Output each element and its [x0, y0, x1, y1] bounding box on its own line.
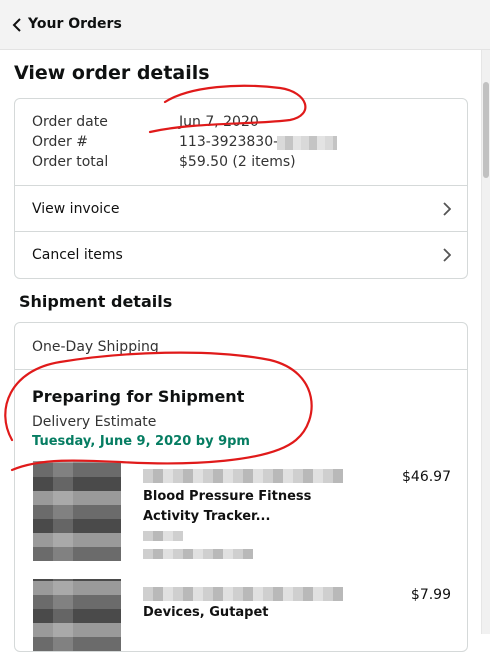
shipment-card: One-Day Shipping Preparing for Shipment …	[14, 322, 468, 652]
chevron-right-icon	[443, 248, 451, 262]
order-date-value: Jun 7, 2020	[179, 114, 259, 130]
order-summary-card: Order date Jun 7, 2020 Order # 113-39238…	[14, 98, 468, 279]
cancel-items-row[interactable]: Cancel items	[15, 232, 467, 278]
shipment-section-title: Shipment details	[19, 292, 173, 311]
product-image[interactable]	[33, 579, 121, 651]
product-price: $46.97	[402, 469, 451, 485]
delivery-estimate-date: Tuesday, June 9, 2020 by 9pm	[32, 434, 250, 449]
order-total-value: $59.50 (2 items)	[179, 154, 296, 170]
scrollbar-thumb[interactable]	[483, 82, 489, 178]
shipping-method: One-Day Shipping	[32, 339, 159, 355]
cancel-items-link[interactable]: Cancel items	[32, 247, 123, 263]
top-nav-bar: Your Orders	[0, 0, 490, 50]
chevron-right-icon	[443, 202, 451, 216]
redacted-product-title	[143, 587, 343, 601]
list-item[interactable]: Blood Pressure Fitness Activity Tracker.…	[15, 461, 467, 571]
order-number-value: 113-3923830-	[179, 134, 279, 150]
product-image[interactable]	[33, 461, 121, 561]
back-to-orders-link[interactable]: Your Orders	[28, 16, 122, 32]
order-total-label: Order total	[32, 154, 109, 170]
redacted-product-detail	[143, 549, 253, 559]
product-price: $7.99	[410, 587, 451, 603]
product-title-line[interactable]: Devices, Gutapet	[143, 605, 269, 620]
product-title-line[interactable]: Blood Pressure Fitness	[143, 489, 311, 504]
divider	[15, 369, 467, 370]
view-invoice-row[interactable]: View invoice	[15, 186, 467, 231]
redacted-order-number	[277, 136, 337, 150]
delivery-estimate-label: Delivery Estimate	[32, 414, 157, 430]
list-item[interactable]: Devices, Gutapet $7.99	[15, 579, 467, 659]
order-date-label: Order date	[32, 114, 108, 130]
shipment-status: Preparing for Shipment	[32, 387, 245, 406]
chevron-left-icon[interactable]	[12, 17, 22, 33]
view-invoice-link[interactable]: View invoice	[32, 201, 120, 217]
product-title-line[interactable]: Activity Tracker...	[143, 509, 270, 524]
redacted-product-detail	[143, 531, 183, 541]
redacted-product-title	[143, 469, 343, 483]
page-title: View order details	[14, 62, 210, 84]
order-number-label: Order #	[32, 134, 88, 150]
